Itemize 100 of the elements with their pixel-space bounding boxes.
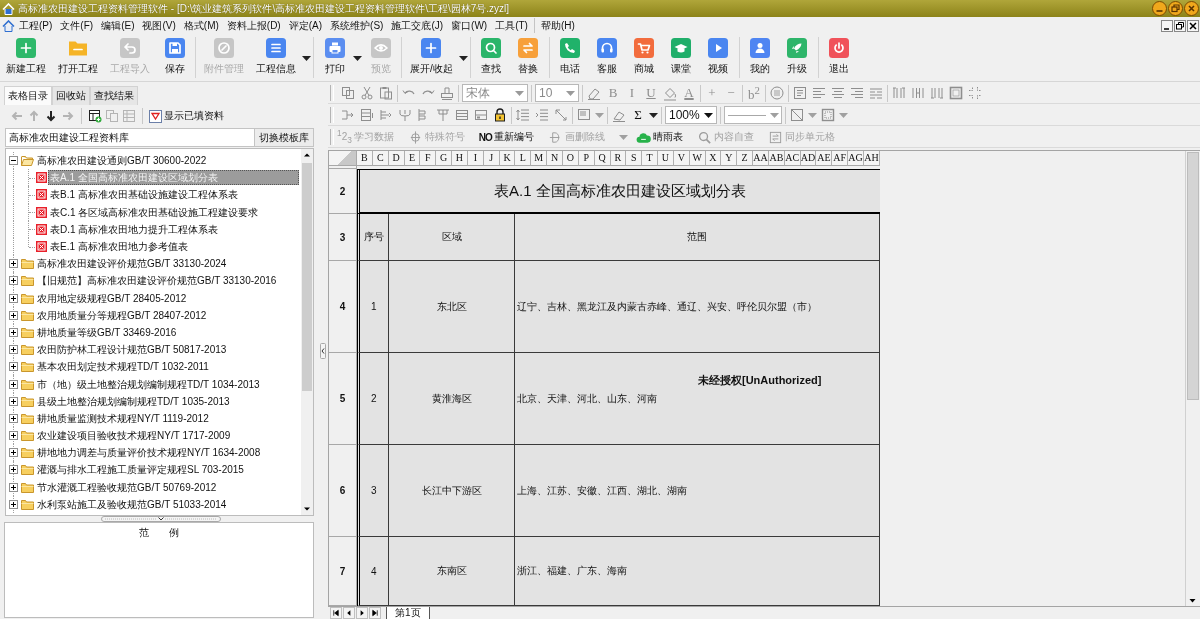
tree-item[interactable]: 耕地地力调差与质量评价技术规程NY/T 1634-2008	[35, 445, 263, 461]
caret-icon[interactable]	[302, 56, 311, 61]
menu-item[interactable]: 工程(P)	[15, 17, 57, 34]
menu-item[interactable]: 视图(V)	[138, 17, 180, 34]
row-header[interactable]: 4	[329, 261, 357, 353]
expand-toggle-icon[interactable]	[9, 362, 18, 372]
select-all-corner[interactable]	[329, 151, 357, 166]
toolbar-button[interactable]: 保存	[156, 34, 193, 76]
add-table-icon[interactable]	[88, 109, 102, 123]
scrollbar-track[interactable]	[1185, 151, 1200, 606]
toolbar-button[interactable]: 替换	[509, 34, 547, 76]
close-button[interactable]	[1187, 19, 1199, 32]
expand-toggle-icon[interactable]	[9, 293, 18, 303]
column-header[interactable]: H	[452, 151, 468, 166]
toolbar-button[interactable]: 新建工程	[0, 34, 52, 76]
tree-item[interactable]: 节水灌溉工程验收规范GB/T 50769-2012	[35, 479, 219, 495]
caret-icon[interactable]	[353, 56, 362, 61]
tree-item[interactable]: 灌溉与排水工程施工质量评定规程SL 703-2015	[35, 462, 246, 478]
library-field[interactable]: 高标准农田建设工程资料库	[5, 128, 255, 147]
zoom-select[interactable]: 100%	[665, 106, 717, 124]
column-header[interactable]: B	[357, 151, 373, 166]
switch-library-button[interactable]: 切换模板库	[255, 128, 314, 147]
toolbar-button[interactable]: 查找	[472, 34, 510, 76]
tree-item[interactable]: 农田防护林工程设计规范GB/T 50817-2013	[35, 342, 229, 358]
column-header[interactable]: AG	[848, 151, 864, 166]
tree-item[interactable]: 县级土地整治规划编制规程TD/T 1035-2013	[35, 393, 232, 409]
toolbar-button[interactable]: 展开/收起	[404, 34, 459, 76]
column-header[interactable]: S	[626, 151, 643, 166]
caret-icon[interactable]	[458, 56, 468, 61]
menu-item[interactable]: 工具(T)	[491, 17, 532, 34]
scrollbar-thumb[interactable]	[1187, 152, 1199, 400]
arrow-down-icon[interactable]	[44, 109, 58, 123]
first-page-icon[interactable]	[330, 607, 342, 619]
tree-item[interactable]: 【旧规范】高标准农田建设评价规范GB/T 33130-2016	[35, 273, 279, 289]
column-header[interactable]: T	[642, 151, 659, 166]
menu-item[interactable]: 系统维护(S)	[326, 17, 388, 34]
tree-item[interactable]: 农用地定级规程GB/T 28405-2012	[35, 290, 189, 306]
expand-toggle-icon[interactable]	[9, 413, 18, 423]
column-header[interactable]: AE	[816, 151, 833, 166]
expand-toggle-icon[interactable]	[9, 499, 18, 509]
expand-toggle-icon[interactable]	[9, 465, 18, 475]
menu-item[interactable]: 资料上报(D)	[222, 17, 285, 34]
expand-toggle-icon[interactable]	[9, 276, 18, 286]
column-header[interactable]: AA	[753, 151, 769, 166]
toolbar-button[interactable]: 我的	[741, 34, 779, 76]
tool-button[interactable]: 晴雨表	[635, 129, 683, 145]
restore-button[interactable]	[1174, 19, 1186, 32]
sum-button[interactable]: Σ	[630, 107, 646, 123]
expand-toggle-icon[interactable]	[9, 327, 18, 337]
toolbar-button[interactable]: 电话	[551, 34, 589, 76]
column-header[interactable]: Z	[737, 151, 754, 166]
column-header[interactable]: AH	[864, 151, 880, 166]
row-header[interactable]: 6	[329, 445, 357, 537]
tree-item[interactable]: 高标准农田建设通则GB/T 30600-2022	[35, 153, 209, 169]
row-header[interactable]: 2	[329, 169, 357, 214]
tree-item[interactable]: 水利泵站施工及验收规范GB/T 51033-2014	[35, 496, 229, 512]
lock-icon[interactable]	[492, 107, 508, 123]
column-header[interactable]: G	[436, 151, 453, 166]
column-header[interactable]: Y	[721, 151, 738, 166]
column-header[interactable]: U	[658, 151, 674, 166]
toolbar-button[interactable]: 打开工程	[52, 34, 104, 76]
tree-item[interactable]: 表B.1 高标准农田基础设施建设工程体系表	[48, 187, 240, 203]
expand-toggle-icon[interactable]	[9, 379, 18, 389]
column-header[interactable]: L	[515, 151, 532, 166]
toolbar-button[interactable]: 退出	[820, 34, 858, 76]
tool-button[interactable]: NO 重新编号	[478, 130, 534, 144]
menu-item[interactable]: 施工交底(J)	[387, 17, 448, 34]
panel-tab[interactable]: 表格目录	[4, 86, 52, 105]
column-header[interactable]: N	[547, 151, 563, 166]
splitter-handle[interactable]	[320, 342, 326, 359]
previous-page-icon[interactable]	[343, 607, 355, 619]
toolbar-button[interactable]: 打印	[316, 34, 353, 76]
last-page-icon[interactable]	[369, 607, 381, 619]
collapse-toggle-icon[interactable]	[9, 156, 18, 166]
menu-item[interactable]: 编辑(E)	[97, 17, 139, 34]
toolbar-button[interactable]: 升级	[778, 34, 816, 76]
tree-item[interactable]: 市（地）级土地整治规划编制规程TD/T 1034-2013	[35, 376, 262, 392]
column-header[interactable]: AF	[832, 151, 849, 166]
minimize-button[interactable]	[1161, 19, 1173, 32]
menu-item[interactable]: 帮助(H)	[536, 17, 579, 34]
toolbar-button[interactable]: 客服	[588, 34, 626, 76]
row-header[interactable]: 7	[329, 537, 357, 606]
expand-toggle-icon[interactable]	[9, 310, 18, 320]
tree-item[interactable]: 耕地质量监测技术规程NY/T 1119-2012	[35, 410, 211, 426]
sheet-tab[interactable]: 第1页	[386, 607, 430, 619]
panel-tab[interactable]: 回收站	[52, 86, 90, 105]
toolbar-button[interactable]: 视频	[699, 34, 737, 76]
toolbar-button[interactable]: 商城	[625, 34, 663, 76]
house-icon[interactable]	[2, 19, 15, 32]
expand-toggle-icon[interactable]	[9, 396, 18, 406]
tree-item[interactable]: 高标准农田建设评价规范GB/T 33130-2024	[35, 256, 229, 272]
expand-toggle-icon[interactable]	[9, 345, 18, 355]
toolbar-button[interactable]: 课堂	[662, 34, 700, 76]
panel-tab[interactable]: 查找结果	[90, 86, 138, 105]
menu-item[interactable]: 格式(M)	[179, 17, 223, 34]
scrollbar-track[interactable]	[301, 149, 313, 515]
menu-item[interactable]: 文件(F)	[56, 17, 98, 34]
tree-item[interactable]: 基本农田划定技术规程TD/T 1032-2011	[35, 359, 211, 375]
tree-item[interactable]: 表D.1 高标准农田地力提升工程体系表	[48, 221, 221, 237]
expand-toggle-icon[interactable]	[9, 259, 18, 269]
